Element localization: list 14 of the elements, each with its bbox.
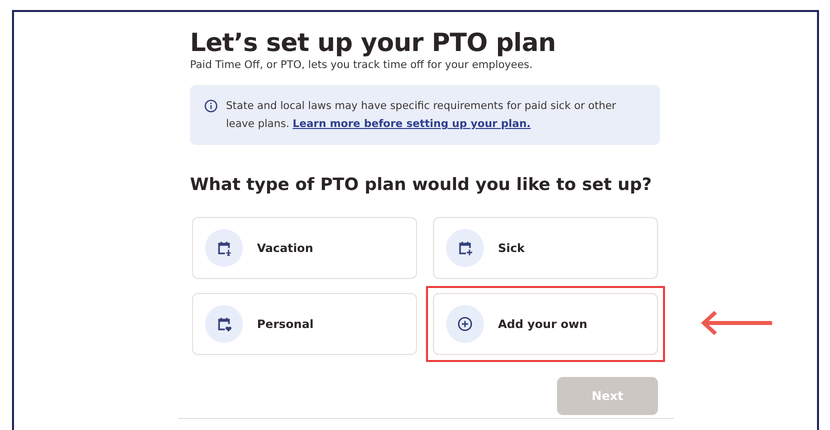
info-icon [204, 99, 218, 113]
calendar-icon [215, 315, 233, 333]
plan-option-card[interactable]: Personal [192, 293, 417, 355]
page-subtitle: Paid Time Off, or PTO, lets you track time off for your employees. [190, 59, 534, 71]
plan-option-card[interactable]: Add your own [433, 293, 658, 355]
page-title: Let’s set up your PTO plan [190, 28, 557, 58]
learn-more-link[interactable]: Learn more before setting up your plan. [292, 118, 531, 130]
plan-option-card[interactable]: Vacation [192, 217, 417, 279]
plan-option-card[interactable]: Sick [433, 217, 658, 279]
notice-text: State and local laws may have specific requirements for paid sick or other leave plans. Learn more before setting up your plan. [226, 99, 618, 132]
calendar-icon [215, 239, 233, 257]
plus-circle-icon [456, 315, 474, 333]
calendar-icon [456, 239, 474, 257]
question-heading: What type of PTO plan would you like to set up? [190, 175, 653, 195]
